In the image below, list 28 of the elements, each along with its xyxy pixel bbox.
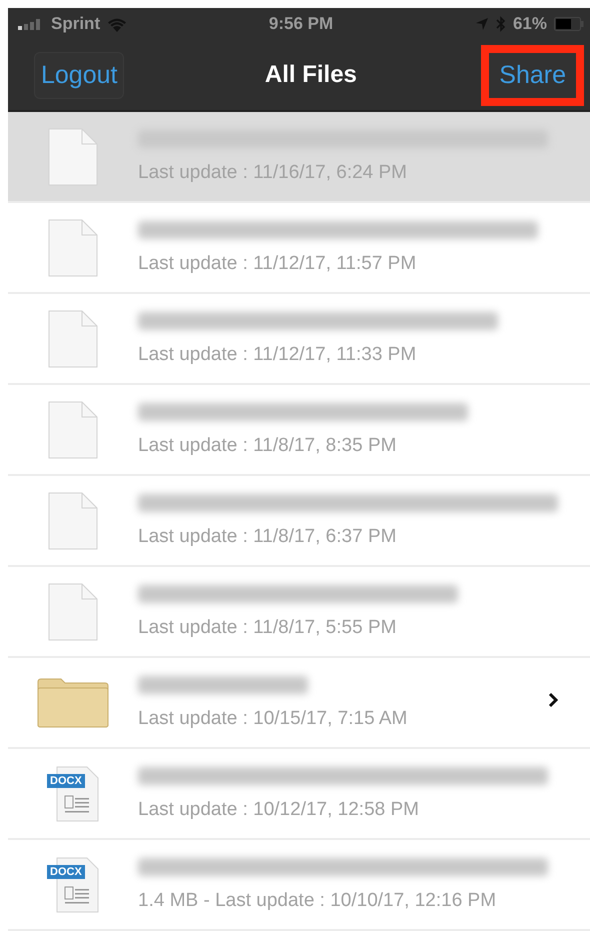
folder-icon: [37, 678, 109, 728]
wifi-icon: [107, 16, 128, 32]
file-row[interactable]: Last update : 11/16/17, 6:24 PM: [8, 112, 590, 203]
logout-button[interactable]: Logout: [34, 52, 124, 98]
document-icon: [48, 582, 98, 640]
share-button[interactable]: Share: [481, 44, 584, 106]
document-icon: [48, 400, 98, 458]
screen-title: All Files: [264, 61, 357, 89]
document-icon: [48, 218, 98, 276]
battery-percent: 61%: [512, 14, 547, 34]
clock-time: 9:56 PM: [268, 14, 334, 34]
last-update-text: Last update : 11/16/17, 6:24 PM: [138, 162, 408, 184]
last-update-text: Last update : 11/12/17, 11:33 PM: [138, 344, 418, 366]
last-update-text: Last update : 10/15/17, 7:15 AM: [138, 708, 408, 730]
chevron-icon: [548, 692, 558, 708]
last-update-text: Last update : 11/12/17, 11:57 PM: [138, 252, 418, 274]
last-update-text: 1.4 MB - Last update : 10/10/17, 12:16 PM: [138, 890, 498, 912]
location-icon: [474, 17, 489, 31]
last-update-text: Last update : 10/12/17, 12:58 PM: [138, 798, 420, 820]
battery-icon: [554, 17, 584, 31]
last-update-text: Last update : 11/8/17, 5:55 PM: [138, 616, 398, 638]
document-icon: [48, 128, 98, 186]
last-update-text: Last update : 11/8/17, 8:35 PM: [138, 434, 398, 456]
bluetooth-icon: [496, 16, 506, 32]
last-update-text: Last update : 11/8/17, 6:37 PM: [138, 526, 398, 548]
document-icon: [48, 310, 98, 368]
carrier-name: Sprint: [51, 14, 100, 34]
document-icon: [48, 492, 98, 550]
